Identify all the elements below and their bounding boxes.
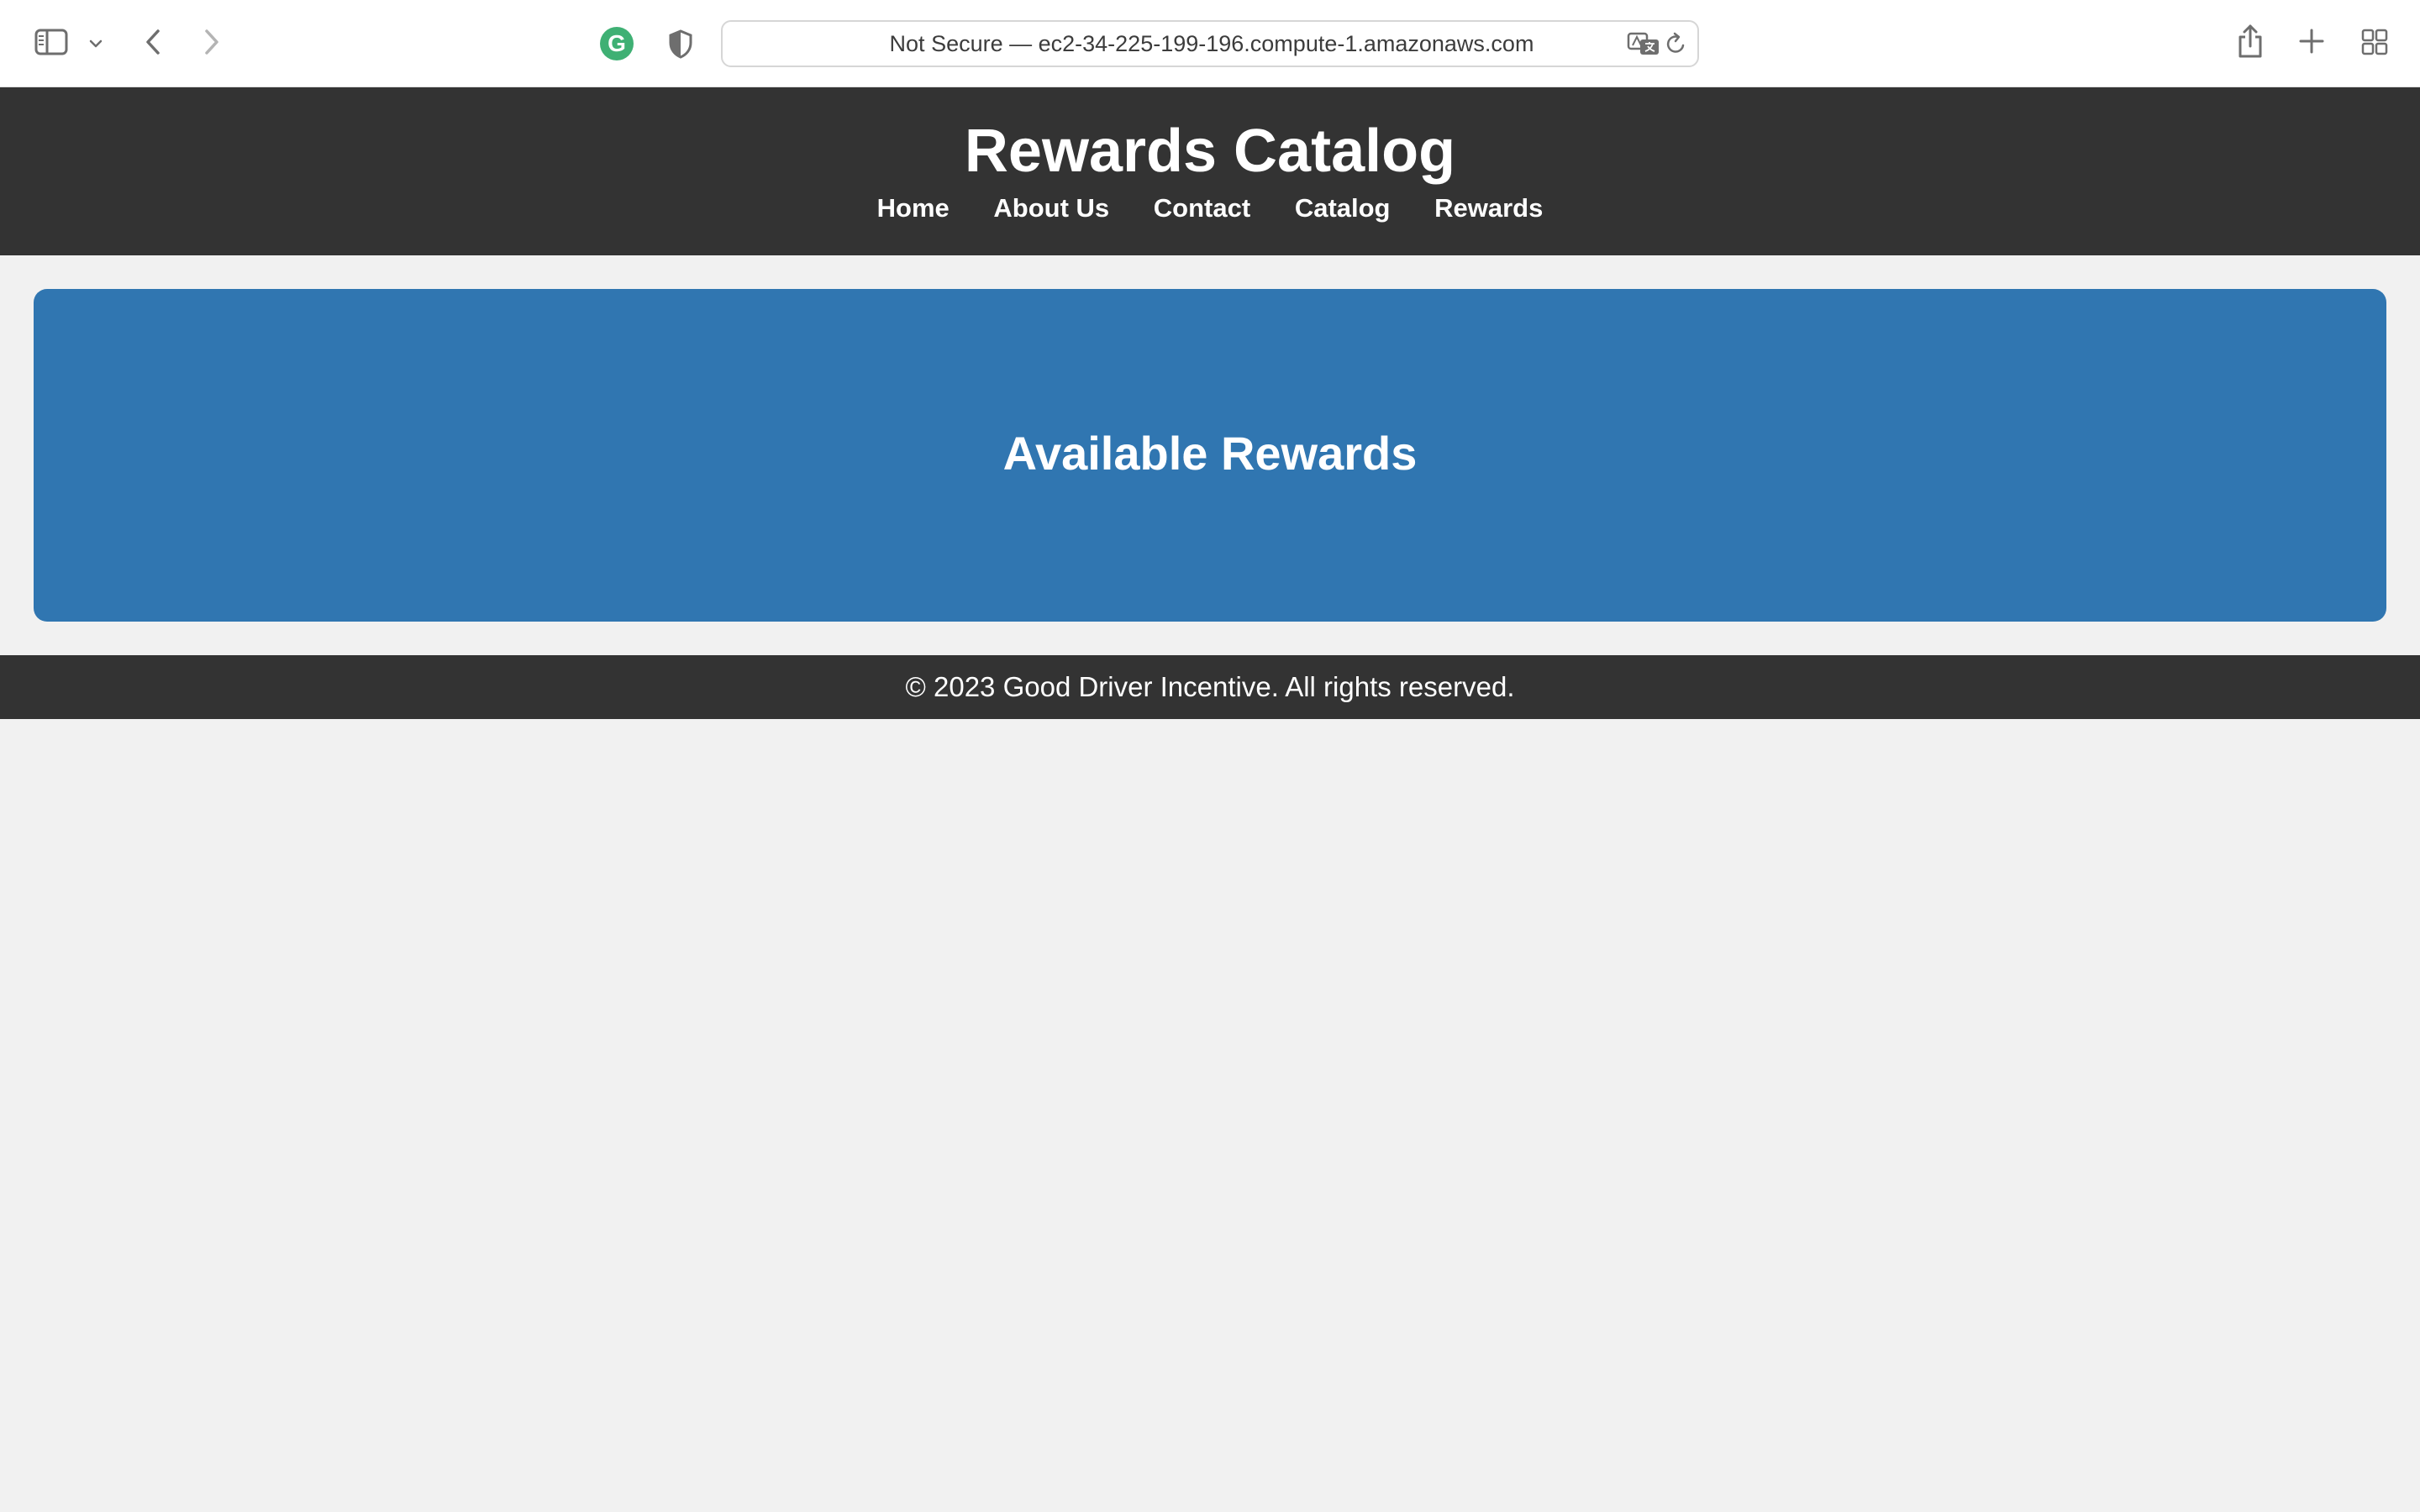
- browser-toolbar: G Not Secure — ec2-34-225-199-196.comput…: [0, 0, 2420, 87]
- page-title: Rewards Catalog: [964, 118, 1456, 185]
- rewards-banner: Available Rewards: [34, 289, 2386, 622]
- nav-link-rewards[interactable]: Rewards: [1434, 190, 1543, 227]
- nav-link-catalog[interactable]: Catalog: [1295, 190, 1391, 227]
- new-tab-icon[interactable]: [2297, 27, 2326, 55]
- chevron-down-icon[interactable]: [86, 34, 106, 54]
- translate-icon[interactable]: [1625, 29, 1662, 59]
- back-icon[interactable]: [139, 25, 166, 59]
- main-nav: Home About Us Contact Catalog Rewards: [0, 190, 2420, 227]
- address-text: Not Secure — ec2-34-225-199-196.compute-…: [889, 31, 1534, 56]
- nav-link-contact[interactable]: Contact: [1154, 190, 1250, 227]
- nav-link-home[interactable]: Home: [877, 190, 950, 227]
- site-footer: © 2023 Good Driver Incentive. All rights…: [0, 655, 2420, 719]
- grammarly-icon[interactable]: G: [600, 27, 634, 60]
- banner-title: Available Rewards: [1002, 427, 1418, 480]
- footer-copyright: © 2023 Good Driver Incentive. All rights…: [905, 671, 1515, 702]
- address-bar[interactable]: Not Secure — ec2-34-225-199-196.compute-…: [721, 20, 1699, 67]
- site-header: Rewards Catalog Home About Us Contact Ca…: [0, 87, 2420, 255]
- sidebar-icon[interactable]: [32, 25, 71, 59]
- forward-icon[interactable]: [198, 25, 225, 59]
- share-icon[interactable]: [2235, 22, 2265, 60]
- nav-link-about-us[interactable]: About Us: [993, 190, 1109, 227]
- tab-overview-icon[interactable]: [2360, 27, 2390, 57]
- shield-icon[interactable]: [666, 27, 696, 60]
- reload-icon[interactable]: [1664, 30, 1689, 57]
